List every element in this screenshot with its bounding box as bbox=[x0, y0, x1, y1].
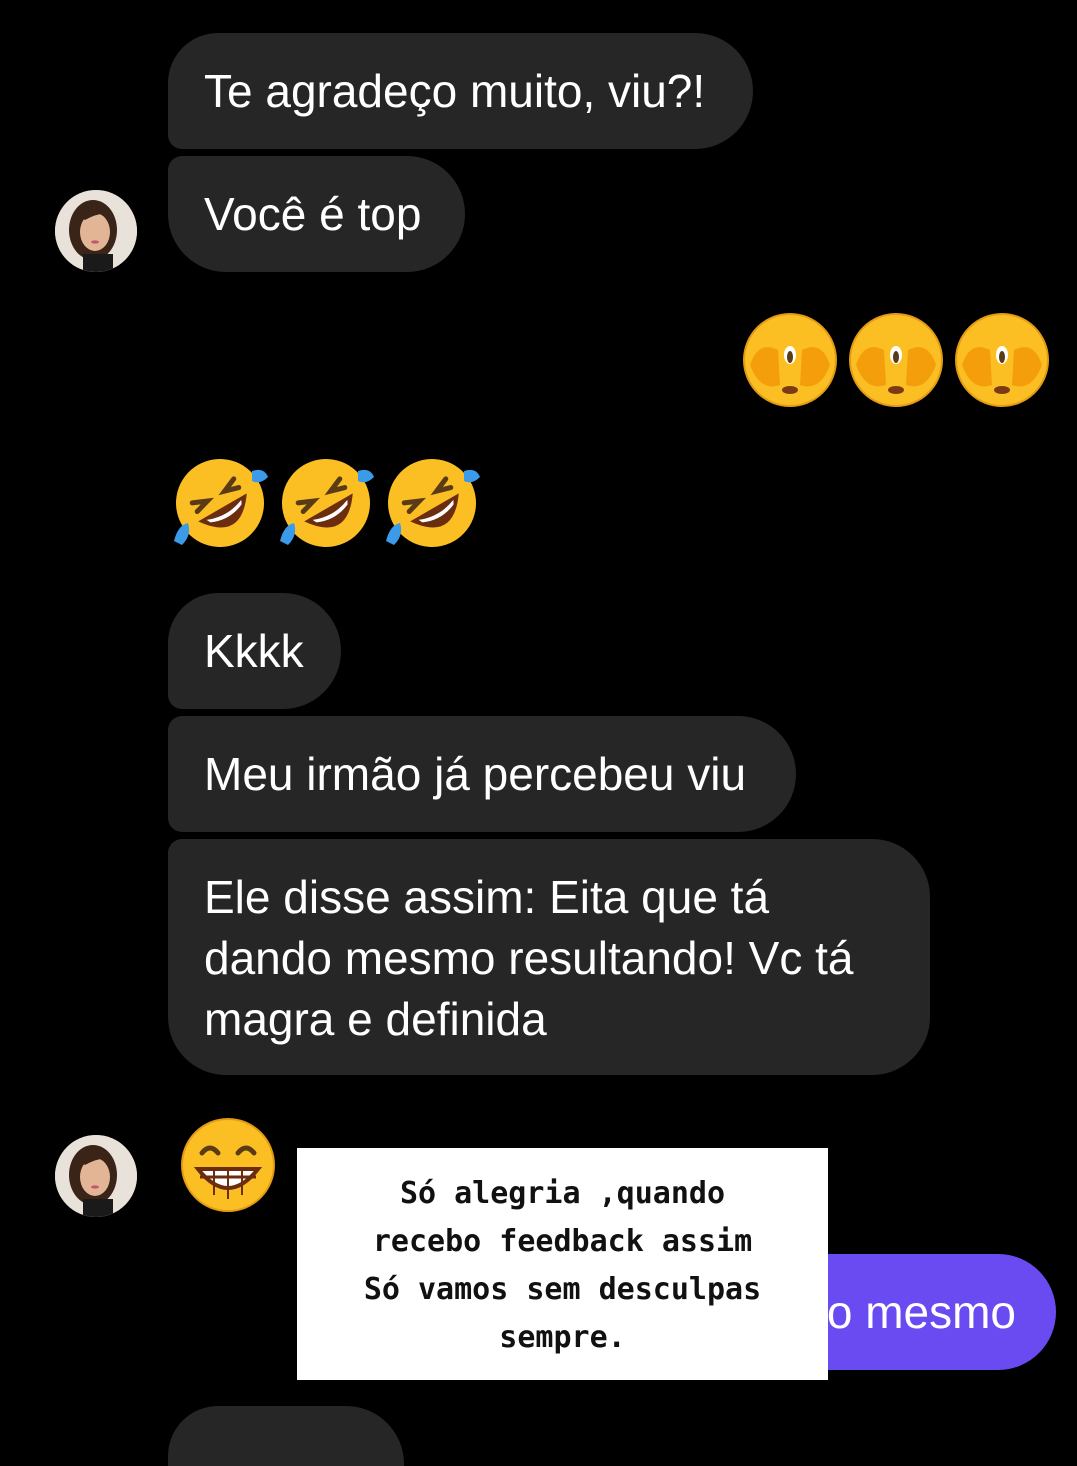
avatar-photo-icon bbox=[55, 190, 137, 272]
message-text-line: dando mesmo resultando! Vc tá bbox=[204, 932, 854, 984]
message-text: Kkkk bbox=[204, 625, 304, 677]
contact-avatar[interactable] bbox=[55, 190, 137, 272]
message-text: o mesmo bbox=[826, 1286, 1016, 1338]
received-emoji-message[interactable] bbox=[178, 1115, 284, 1215]
partial-message-bubble[interactable] bbox=[168, 1406, 404, 1466]
rolling-on-floor-laughing-icon bbox=[386, 459, 480, 547]
avatar-photo-icon bbox=[55, 1135, 137, 1217]
rolling-on-floor-laughing-icon bbox=[280, 459, 374, 547]
message-text: Você é top bbox=[204, 188, 422, 240]
message-bubble-5[interactable]: Ele disse assim: Eita que tá dando mesmo… bbox=[168, 839, 930, 1075]
caption-line: Só vamos sem desculpas bbox=[363, 1272, 762, 1307]
caption-line: Só alegria ,quando bbox=[399, 1176, 726, 1211]
message-text: Te agradeço muito, viu?! bbox=[204, 65, 706, 117]
see-no-evil-face-icon bbox=[849, 313, 943, 407]
received-emoji-message[interactable] bbox=[170, 453, 488, 553]
message-bubble-2[interactable]: Você é top bbox=[168, 156, 465, 272]
caption-line: sempre. bbox=[499, 1320, 626, 1355]
beaming-face-icon bbox=[181, 1118, 275, 1212]
message-bubble-1[interactable]: Te agradeço muito, viu?! bbox=[168, 33, 753, 149]
rolling-on-floor-laughing-icon bbox=[174, 459, 268, 547]
message-text-line: Ele disse assim: Eita que tá bbox=[204, 871, 770, 923]
contact-avatar[interactable] bbox=[55, 1135, 137, 1217]
message-bubble-4[interactable]: Meu irmão já percebeu viu bbox=[168, 716, 796, 832]
caption-line: recebo feedback assim bbox=[372, 1224, 753, 1259]
message-text: Meu irmão já percebeu viu bbox=[204, 748, 747, 800]
sent-emoji-message[interactable] bbox=[740, 310, 1058, 410]
message-text-line: magra e definida bbox=[204, 993, 547, 1045]
see-no-evil-face-icon bbox=[955, 313, 1049, 407]
caption-overlay: Só alegria ,quando recebo feedback assim… bbox=[297, 1148, 828, 1380]
message-bubble-3[interactable]: Kkkk bbox=[168, 593, 341, 709]
see-no-evil-face-icon bbox=[743, 313, 837, 407]
